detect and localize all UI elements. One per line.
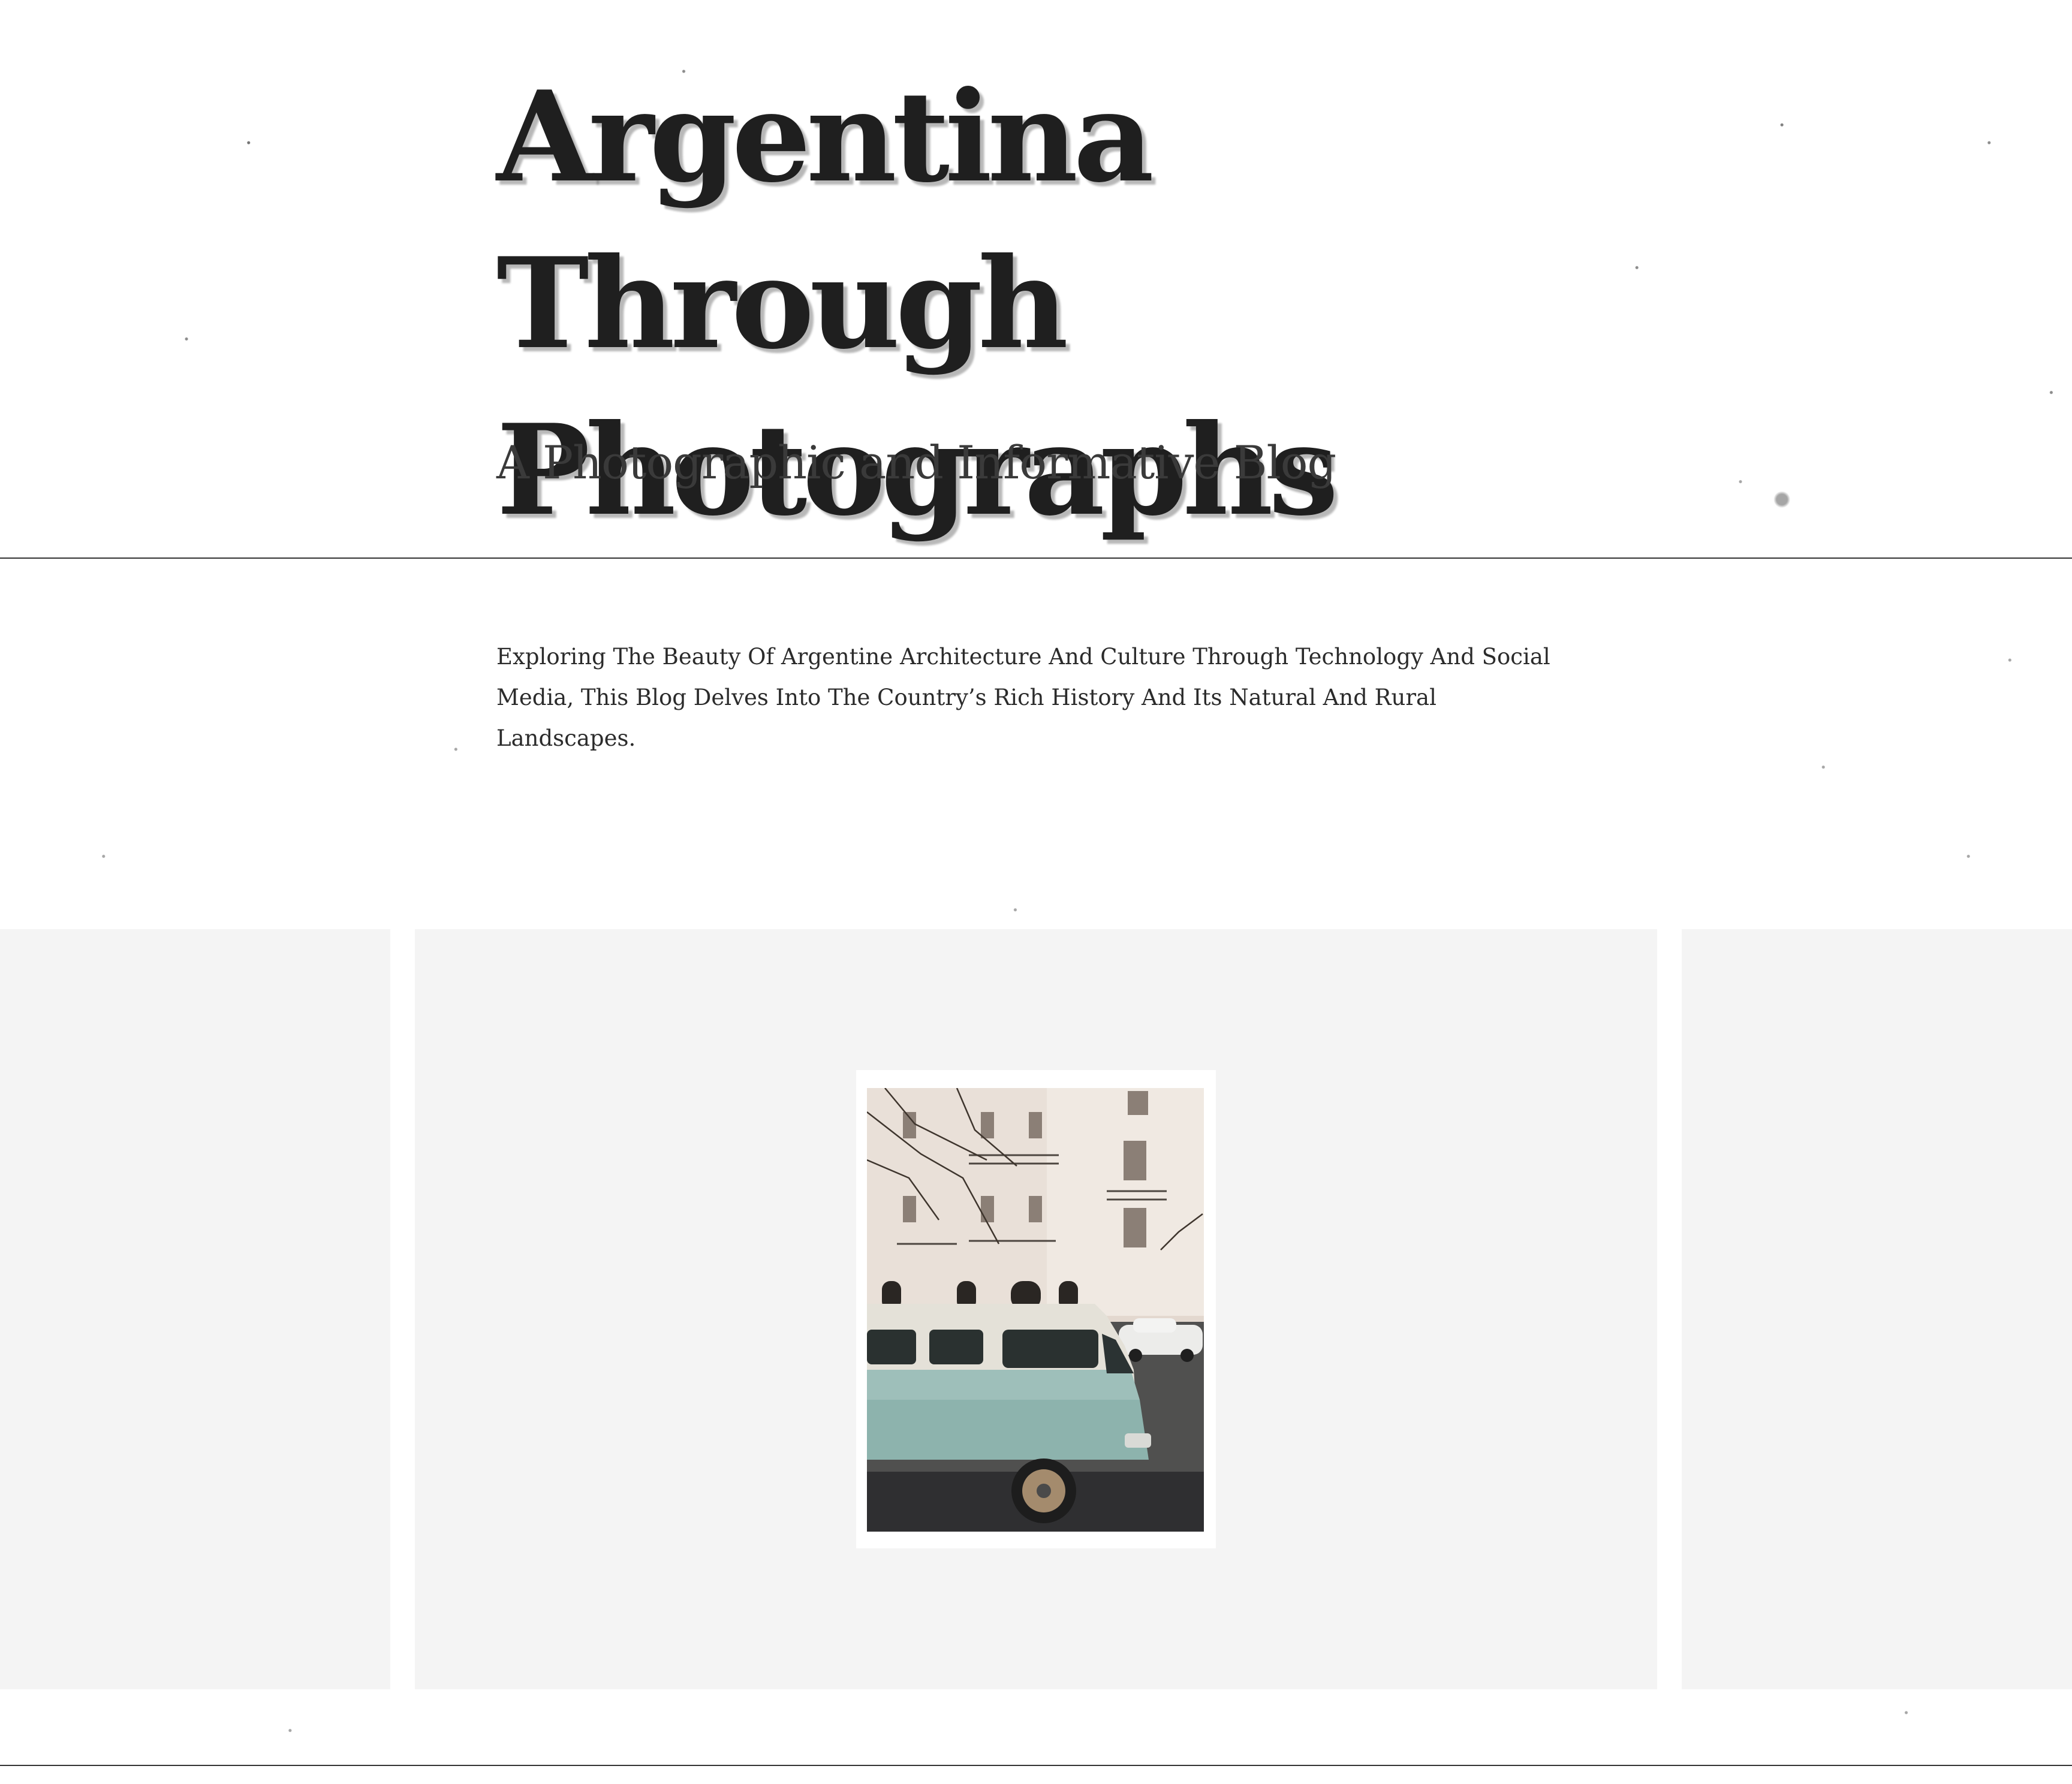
intro-text: Exploring The Beauty Of Argentine Archit… xyxy=(496,644,1550,751)
site-subtitle: A Photographic and Informative Blog xyxy=(496,436,1336,489)
carousel-slide-current[interactable] xyxy=(415,929,1657,1689)
van-photo[interactable] xyxy=(867,1088,1204,1532)
carousel-slide-next[interactable] xyxy=(1682,929,2072,1689)
photo-carousel[interactable] xyxy=(0,929,2072,1689)
photo-frame xyxy=(856,1070,1216,1548)
site-header: Argentina Through Photographs A Photogra… xyxy=(0,0,2072,559)
footer-divider xyxy=(0,1765,2072,1766)
carousel-slide-previous[interactable] xyxy=(0,929,390,1689)
